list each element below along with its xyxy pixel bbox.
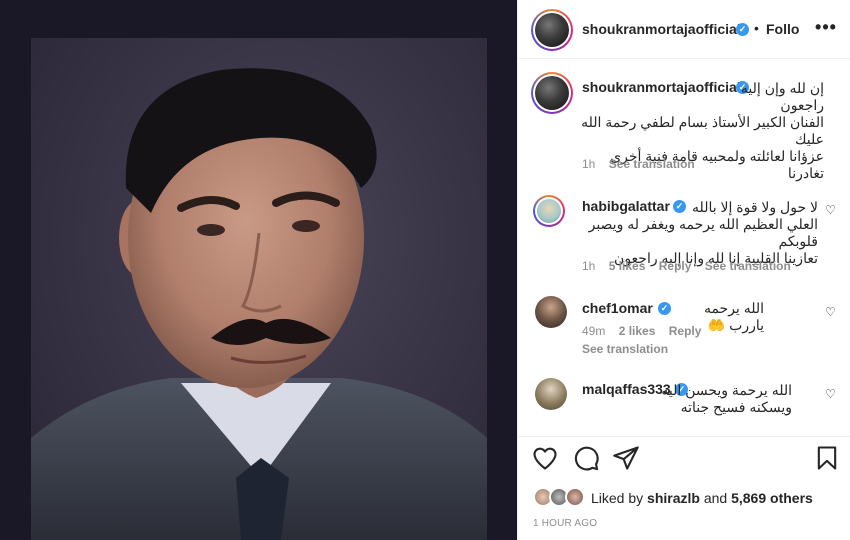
see-translation-link[interactable]: See translation [609, 157, 695, 171]
save-bookmark-icon[interactable] [813, 444, 841, 472]
comment-meta-translation: See translation [582, 342, 668, 356]
follow-button[interactable]: Follo [766, 21, 799, 37]
author-username[interactable]: shoukranmortajaofficial [582, 21, 741, 37]
verified-badge-icon: ✓ [736, 23, 749, 36]
post-actions-bar [518, 436, 850, 480]
caption-time[interactable]: 1h [582, 157, 595, 171]
see-translation-link[interactable]: See translation [705, 259, 791, 273]
comment-line: ويسكنه فسيح جناته [680, 399, 792, 415]
comment-text: لا حول ولا قوة إلا بالله العلي العظيم ال… [578, 199, 818, 267]
reply-button[interactable]: Reply [669, 324, 702, 338]
post-header: shoukranmortajaofficial ✓ • Follo ••• [518, 0, 850, 59]
caption-line: راجعون [780, 97, 824, 113]
verified-badge-icon: ✓ [658, 302, 671, 315]
like-comment-heart-icon[interactable]: ♡ [825, 305, 836, 319]
comment-meta: 49m 2 likes Reply [582, 324, 701, 338]
caption-meta: 1h See translation [582, 157, 695, 171]
commenter-avatar[interactable] [533, 195, 565, 227]
likes-others-link[interactable]: 5,869 others [731, 490, 813, 506]
comment-time[interactable]: 49m [582, 324, 605, 338]
share-paper-plane-icon[interactable] [612, 444, 640, 472]
comment-likes[interactable]: 5 likes [609, 259, 646, 273]
liker-username[interactable]: shirazlb [647, 490, 700, 506]
author-avatar[interactable] [531, 9, 573, 51]
post-photo[interactable] [31, 38, 487, 540]
likes-and: and [703, 490, 728, 506]
commenter-avatar[interactable] [535, 378, 567, 410]
caption-line: الفنان الكبير الأستاذ بسام لطفي رحمة الل… [581, 114, 824, 147]
caption-author-avatar[interactable] [531, 72, 573, 114]
caption-line: إن لله وإن إليه [740, 80, 824, 96]
comment-bubble-icon[interactable] [572, 444, 600, 472]
comment-likes[interactable]: 2 likes [619, 324, 656, 338]
portrait-illustration [31, 68, 487, 540]
post-timestamp[interactable]: 1 HOUR AGO [533, 518, 597, 529]
liker-avatar[interactable] [565, 487, 585, 507]
see-translation-link[interactable]: See translation [582, 342, 668, 356]
comment-meta: 1h 5 likes Reply See translation [582, 259, 791, 273]
likes-prefix: Liked by [591, 490, 644, 506]
likes-text: Liked by shirazlb and 5,869 others [591, 490, 813, 506]
comment-username[interactable]: chef1omar [582, 300, 653, 316]
commenter-avatar[interactable] [535, 296, 567, 328]
like-heart-icon[interactable] [531, 444, 559, 472]
reply-button[interactable]: Reply [659, 259, 692, 273]
comment-time[interactable]: 1h [582, 259, 595, 273]
like-comment-heart-icon[interactable]: ♡ [825, 387, 836, 401]
more-options-icon[interactable]: ••• [814, 15, 838, 39]
separator-dot: • [754, 20, 759, 36]
post-media[interactable] [0, 0, 517, 540]
comment-line: العلي العظيم الله يرحمه ويغفر له ويصبر ق… [588, 216, 818, 249]
comment-line: الله يرحمة ويحسن اليه [661, 382, 792, 398]
comment-text: الله يرحمة ويحسن اليه ويسكنه فسيح جناته [582, 382, 792, 416]
like-comment-heart-icon[interactable]: ♡ [825, 203, 836, 217]
post-side-panel: shoukranmortajaofficial ✓ • Follo ••• sh… [517, 0, 850, 540]
comment-line: لا حول ولا قوة إلا بالله [692, 199, 818, 215]
